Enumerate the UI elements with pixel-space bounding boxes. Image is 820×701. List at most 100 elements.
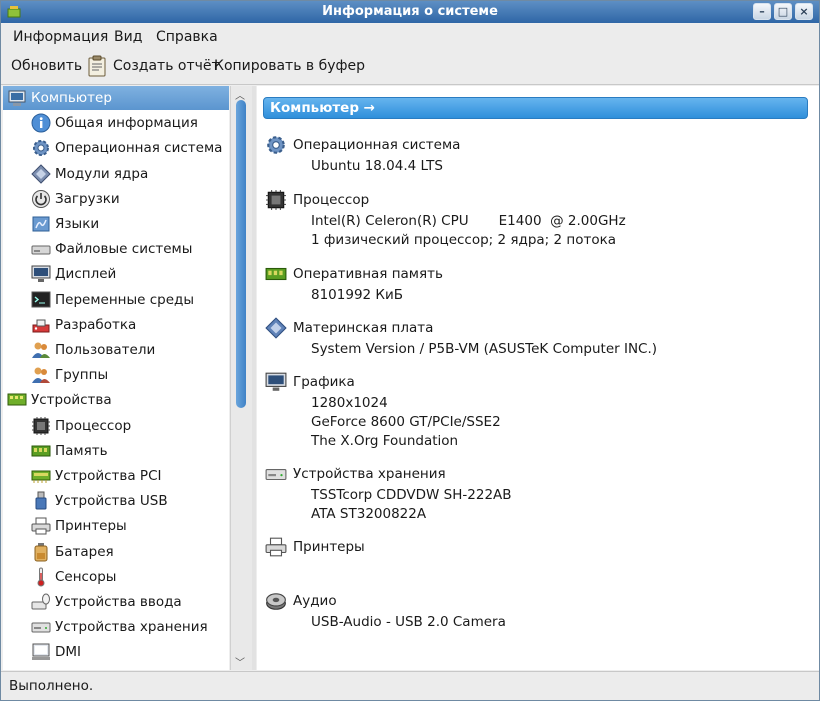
report-icon[interactable] [87,55,107,77]
gear-icon [267,136,285,154]
section-title: Операционная система [293,137,461,153]
language-icon [32,216,50,232]
section-header-label: Компьютер → [270,100,375,116]
motherboard-icon [265,317,287,339]
section-value: System Version / P5B-VM (ASUSTeK Compute… [311,341,658,357]
sidebar-item-label: Языки [55,216,100,232]
info-icon [31,113,51,133]
monitor-icon [265,372,287,391]
create-report-button[interactable]: Создать отчёт [113,58,220,74]
group-icon [32,367,50,384]
menu-help[interactable]: Справка [156,29,218,45]
sidebar-item[interactable]: Группы [3,363,229,387]
section-title: Устройства хранения [293,466,446,482]
sidebar-item-label: Разработка [55,316,137,333]
toolbar: Обновить Создать отчёт Копировать в буфе… [1,49,819,85]
sidebar-item[interactable]: Устройства [3,388,229,412]
sidebar-item[interactable]: Языки [3,212,229,236]
terminal-icon [31,291,51,308]
sidebar-item-label: Общая информация [55,115,198,132]
sidebar-item[interactable]: Принтеры [3,514,229,538]
section-value: 1 физический процессор; 2 ядра; 2 потока [311,232,617,248]
sidebar-item-label: Память [55,442,108,459]
copy-to-clipboard-button[interactable]: Копировать в буфер [214,58,365,74]
maximize-button[interactable]: □ [774,3,792,20]
sidebar-item-label: Устройства PCI [55,468,162,484]
module-icon [31,163,51,184]
title-bar[interactable]: Информация о системе – □ × [1,1,819,23]
status-text: Выполнено. [9,678,94,694]
scroll-down-icon[interactable]: ﹀ [235,654,245,669]
sidebar-item[interactable]: Общая информация [3,111,229,135]
development-icon [32,319,50,333]
sidebar-item-label: Загрузки [55,190,120,207]
refresh-button[interactable]: Обновить [11,58,82,74]
sidebar-item-label: Пользователи [55,342,156,358]
sidebar-item-label: Устройства хранения [55,619,208,636]
sidebar-item-label: Устройства USB [55,493,168,510]
sidebar-item[interactable]: DMI [3,640,229,664]
input-devices-icon [31,593,50,610]
sidebar-item[interactable]: Память [3,439,229,463]
section-title: Оперативная память [293,266,443,282]
section-value: GeForce 8600 GT/PCIe/SSE2 [311,414,501,430]
drive-icon [31,245,51,255]
sidebar-item[interactable]: Пользователи [3,338,229,362]
section-value: The X.Org Foundation [311,433,459,449]
window-title: Информация о системе [322,4,498,19]
sidebar-item[interactable]: Устройства USB [3,489,229,513]
sidebar-item-label: Файловые системы [55,241,193,258]
memory-icon [265,267,287,281]
printer-icon [265,537,287,557]
section-title: Аудио [293,593,337,609]
section-header: Компьютер → [263,97,808,119]
usb-icon [35,491,47,510]
menu-info[interactable]: Информация [13,29,108,45]
sidebar-item[interactable]: Устройства хранения [3,615,229,639]
sidebar-item[interactable]: Батарея [3,540,229,564]
sidebar-item[interactable]: Загрузки [3,187,229,211]
storage-icon [31,622,51,633]
pane-splitter[interactable] [252,86,256,670]
sidebar-item-label: DMI [55,644,82,661]
section-value: 8101992 КиБ [311,287,404,303]
sidebar-item[interactable]: Модули ядра [3,162,229,186]
sidebar-item[interactable]: Дисплей [3,262,229,286]
menu-view[interactable]: Вид [114,29,142,45]
monitor-icon [31,265,51,283]
menu-bar: Информация Вид Справка [1,24,819,49]
sidebar-scrollbar[interactable]: ︿ ﹀ [230,86,252,670]
sidebar-item[interactable]: Операционная система [3,136,229,160]
section-title: Графика [293,374,355,390]
sidebar-item[interactable]: Процессор [3,414,229,438]
sidebar-item-label: Дисплей [55,266,117,283]
section-value: Ubuntu 18.04.4 LTS [311,158,444,174]
section-title: Материнская плата [293,320,434,336]
minimize-button[interactable]: – [753,3,771,20]
section-value: ATA ST3200822A [311,506,427,522]
close-button[interactable]: × [795,3,813,20]
sidebar-tree[interactable]: Компьютер Общая информация Операционная си… [3,86,229,670]
sidebar-item[interactable]: Сенсоры [3,565,229,589]
power-icon [32,189,50,208]
scrollbar-thumb[interactable] [236,100,246,408]
sidebar-item[interactable]: Устройства ввода [3,590,229,614]
devices-icon [7,393,27,406]
sidebar-item[interactable]: Переменные среды [3,288,229,312]
sidebar-item-label: Группы [55,367,109,384]
sidebar-item[interactable]: Компьютер [3,86,229,110]
sidebar-item-label: Процессор [55,417,132,434]
dmi-icon [32,643,50,661]
section-title: Принтеры [293,539,365,555]
cpu-icon [266,190,286,210]
section-value: USB-Audio - USB 2.0 Camera [311,614,506,630]
section-value: TSSTcorp CDDVDW SH-222AB [311,487,512,503]
gear-icon [33,140,49,157]
sidebar-item[interactable]: Устройства PCI [3,464,229,488]
thermometer-icon [37,567,45,587]
sidebar-item[interactable]: Разработка [3,313,229,337]
sidebar-item[interactable]: Файловые системы [3,237,229,261]
section-value: Intel(R) Celeron(R) CPU E1400 @ 2.00GHz [311,213,626,229]
sidebar-item-label: Компьютер [31,90,112,106]
storage-icon [265,469,287,481]
